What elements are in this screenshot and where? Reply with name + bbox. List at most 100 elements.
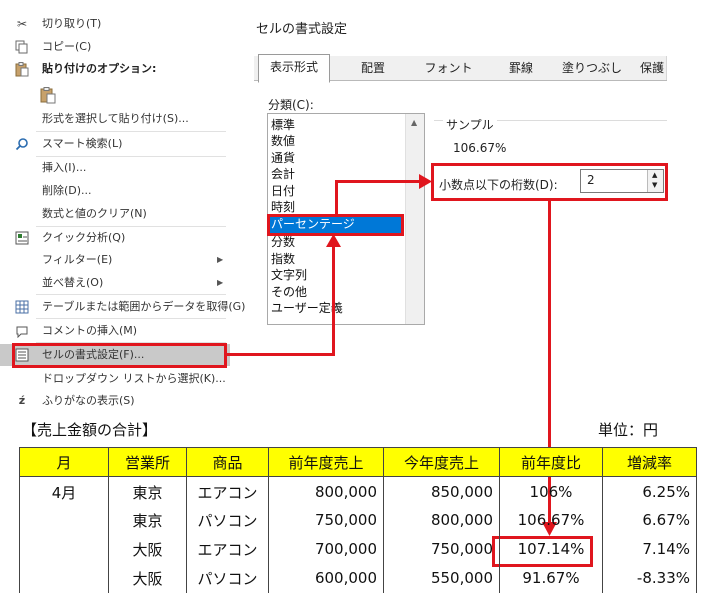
table-cell[interactable]: -8.33% <box>602 563 697 593</box>
menu-item-insert-comment[interactable]: コメントの挿入(M) <box>0 320 230 342</box>
format-cells-dialog: セルの書式設定 表示形式 配置 フォント 罫線 塗りつぶし 保護 分類(C): … <box>246 0 667 325</box>
header-cell[interactable]: 増減率 <box>602 447 697 477</box>
table-cell[interactable]: 800,000 <box>268 476 384 506</box>
table-cell[interactable]: 550,000 <box>383 563 500 593</box>
table-cell[interactable]: エアコン <box>186 534 269 564</box>
table-cell-highlighted[interactable]: 107.14% <box>499 534 603 564</box>
dialog-title: セルの書式設定 <box>256 22 348 37</box>
tab-font[interactable]: フォント <box>409 56 489 80</box>
table-cell[interactable]: 東京 <box>108 505 187 535</box>
comment-icon <box>14 323 30 339</box>
header-cell[interactable]: 商品 <box>186 447 269 477</box>
table-cell[interactable] <box>19 534 109 564</box>
submenu-arrow-icon: ▶ <box>217 255 224 264</box>
paste-option-icon <box>40 86 56 103</box>
table-cell[interactable]: 大阪 <box>108 534 187 564</box>
sales-table: 月 営業所 商品 前年度売上 今年度売上 前年度比 増減率 4月 東京 エアコン… <box>19 447 697 593</box>
category-item[interactable]: その他 <box>271 284 401 301</box>
menu-item-cut[interactable]: ✂ 切り取り(T) <box>0 13 230 35</box>
menu-item-filter[interactable]: フィルター(E) ▶ <box>0 249 230 271</box>
table-cell[interactable]: 91.67% <box>499 563 603 593</box>
highlight-percentage-category <box>267 214 404 236</box>
menu-separator <box>36 131 226 132</box>
tab-border[interactable]: 罫線 <box>488 56 555 80</box>
category-item[interactable]: 標準 <box>271 117 401 134</box>
table-cell[interactable]: 700,000 <box>268 534 384 564</box>
table-cell[interactable]: 750,000 <box>268 505 384 535</box>
menu-item-show-furigana[interactable]: ź ふりがなの表示(S) <box>0 390 230 412</box>
table-title: 【売上金額の合計】 <box>22 421 158 439</box>
table-cell[interactable]: 7.14% <box>602 534 697 564</box>
table-cell[interactable]: パソコン <box>186 505 269 535</box>
menu-item-get-data-from-table[interactable]: テーブルまたは範囲からデータを取得(G)... <box>0 296 256 318</box>
table-cell[interactable]: 850,000 <box>383 476 500 506</box>
table-cell[interactable]: 106.67% <box>499 505 603 535</box>
menu-separator <box>36 318 226 319</box>
header-cell[interactable]: 営業所 <box>108 447 187 477</box>
table-cell[interactable]: 大阪 <box>108 563 187 593</box>
paste-options-heading: 貼り付けのオプション: <box>0 58 230 80</box>
arrow-head-icon <box>326 234 341 247</box>
connector-line <box>335 180 338 216</box>
arrow-head-icon <box>419 174 432 189</box>
tab-alignment[interactable]: 配置 <box>337 56 410 80</box>
menu-item-quick-analysis[interactable]: クイック分析(Q) <box>0 227 230 249</box>
scissors-icon: ✂ <box>16 17 28 31</box>
header-cell[interactable]: 前年度売上 <box>268 447 384 477</box>
menu-item-clear-contents[interactable]: 数式と値のクリア(N) <box>0 203 230 225</box>
tab-fill[interactable]: 塗りつぶし <box>554 56 631 80</box>
furigana-icon: ź <box>18 394 26 407</box>
table-cell[interactable]: パソコン <box>186 563 269 593</box>
paste-option-button[interactable] <box>0 84 230 106</box>
table-cell[interactable]: 東京 <box>108 476 187 506</box>
table-cell[interactable] <box>19 505 109 535</box>
table-cell[interactable]: 800,000 <box>383 505 500 535</box>
menu-item-paste-special[interactable]: 形式を選択して貼り付け(S)... <box>0 108 230 130</box>
table-row: 東京 パソコン 750,000 800,000 106.67% 6.67% <box>19 505 697 535</box>
tab-number[interactable]: 表示形式 <box>258 54 330 83</box>
paste-icon <box>14 61 30 77</box>
quick-analysis-icon <box>14 230 30 246</box>
menu-item-insert[interactable]: 挿入(I)... <box>0 157 230 179</box>
category-item[interactable]: ユーザー定義 <box>271 300 401 317</box>
category-item[interactable]: 通貨 <box>271 150 401 167</box>
category-item[interactable]: 数値 <box>271 133 401 150</box>
category-scrollbar[interactable]: ▲ <box>405 114 424 324</box>
menu-item-copy[interactable]: コピー(C) <box>0 36 230 58</box>
table-unit: 単位：円 <box>598 421 659 439</box>
category-item[interactable]: 指数 <box>271 251 401 268</box>
connector-line <box>332 245 335 356</box>
table-cell[interactable]: 6.67% <box>602 505 697 535</box>
menu-item-sort[interactable]: 並べ替え(O) ▶ <box>0 272 230 294</box>
menu-item-pick-from-dropdown[interactable]: ドロップダウン リストから選択(K)... <box>0 368 230 390</box>
table-cell[interactable]: 6.25% <box>602 476 697 506</box>
menu-item-smart-lookup[interactable]: スマート検索(L) <box>0 133 230 155</box>
highlight-decimal-places <box>431 163 668 201</box>
search-icon <box>14 136 30 152</box>
header-cell[interactable]: 今年度売上 <box>383 447 500 477</box>
table-cell[interactable]: 750,000 <box>383 534 500 564</box>
menu-item-delete[interactable]: 削除(D)... <box>0 180 230 202</box>
table-cell[interactable]: 106% <box>499 476 603 506</box>
highlight-format-cells-menu <box>12 343 227 368</box>
connector-line <box>227 353 334 356</box>
submenu-arrow-icon: ▶ <box>217 278 224 287</box>
category-item[interactable]: 文字列 <box>271 267 401 284</box>
table-header-row: 月 営業所 商品 前年度売上 今年度売上 前年度比 増減率 <box>19 447 697 477</box>
header-cell[interactable]: 前年度比 <box>499 447 603 477</box>
table-row: 4月 東京 エアコン 800,000 850,000 106% 6.25% <box>19 476 697 506</box>
category-label: 分類(C): <box>268 98 314 112</box>
table-cell[interactable]: 4月 <box>19 476 109 506</box>
table-cell[interactable]: 600,000 <box>268 563 384 593</box>
header-cell[interactable]: 月 <box>19 447 109 477</box>
scroll-up-arrow-icon[interactable]: ▲ <box>411 118 417 127</box>
table-row: 大阪 パソコン 600,000 550,000 91.67% -8.33% <box>19 563 697 593</box>
connector-line <box>335 180 420 183</box>
copy-icon <box>14 39 30 55</box>
table-cell[interactable]: エアコン <box>186 476 269 506</box>
tab-protection[interactable]: 保護 <box>630 56 667 80</box>
table-cell[interactable] <box>19 563 109 593</box>
dialog-tab-bar: 表示形式 配置 フォント 罫線 塗りつぶし 保護 <box>254 54 667 83</box>
table-row: 大阪 エアコン 700,000 750,000 107.14% 7.14% <box>19 534 697 564</box>
menu-separator <box>36 294 226 295</box>
